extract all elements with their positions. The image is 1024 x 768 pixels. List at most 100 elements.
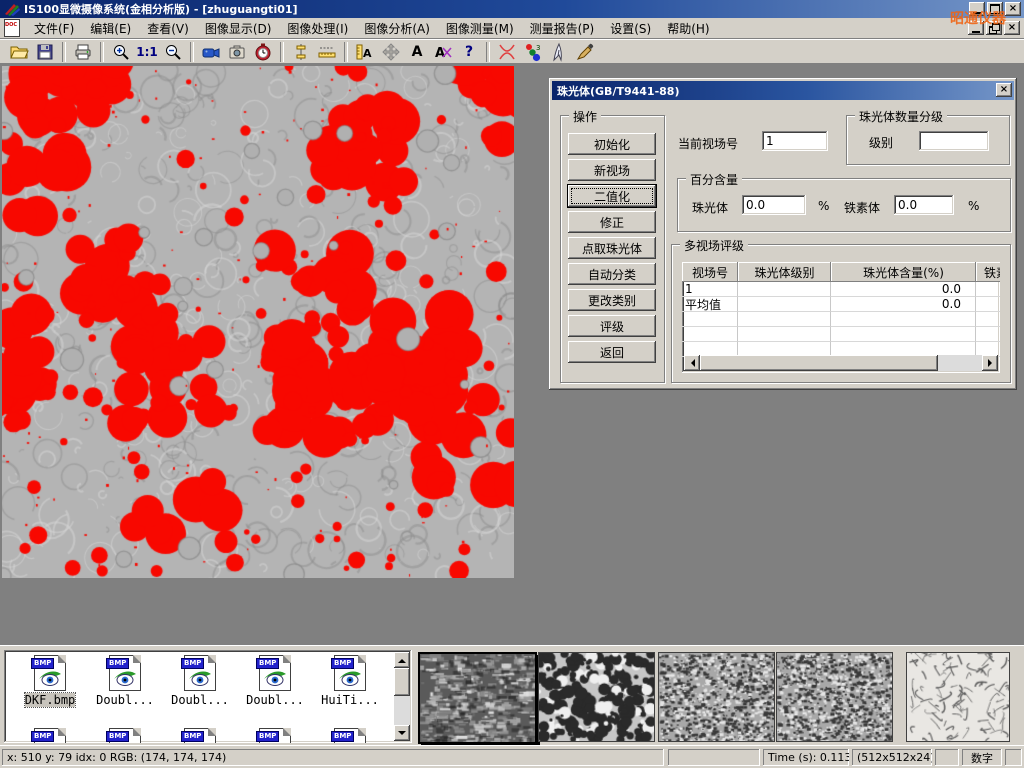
- menu-image-measure[interactable]: 图像测量(M): [438, 18, 522, 39]
- caliper-icon: [291, 42, 311, 62]
- file-item[interactable]: BMP HuiTi...: [314, 655, 386, 707]
- binarize-button[interactable]: 二值化: [568, 185, 656, 207]
- pearlite-percent-input[interactable]: [742, 195, 806, 215]
- init-button[interactable]: 初始化: [568, 133, 656, 155]
- menu-settings[interactable]: 设置(S): [602, 18, 659, 39]
- close-button[interactable]: ×: [1005, 2, 1021, 16]
- menu-image-analysis[interactable]: 图像分析(A): [356, 18, 438, 39]
- workspace: 珠光体(GB/T9441-88) × 操作 初始化 新视场 二值化 修正 点取珠…: [0, 64, 1024, 645]
- toolbar-separator: [344, 42, 348, 62]
- auto-classify-button[interactable]: 自动分类: [568, 263, 656, 285]
- actual-size-button[interactable]: 1:1: [134, 41, 160, 63]
- menu-view[interactable]: 查看(V): [139, 18, 197, 39]
- curve-tool-button[interactable]: [494, 41, 520, 63]
- pick-pearlite-button[interactable]: 点取珠光体: [568, 237, 656, 259]
- table-row[interactable]: 平均值 0.0: [682, 297, 1000, 312]
- help-button[interactable]: ?: [456, 41, 482, 63]
- file-item[interactable]: BMP: [239, 728, 311, 743]
- return-button[interactable]: 返回: [568, 341, 656, 363]
- application-window: IS100显微摄像系统(金相分析版) - [zhuguangti01] × 昭通…: [0, 0, 1024, 768]
- thumbnail-4[interactable]: [776, 652, 893, 742]
- menu-image-process[interactable]: 图像处理(I): [279, 18, 356, 39]
- file-name[interactable]: HuiTi...: [321, 693, 379, 707]
- file-item[interactable]: BMP: [314, 728, 386, 743]
- specimen-image[interactable]: [2, 66, 514, 578]
- ferrite-percent-input[interactable]: [894, 195, 954, 215]
- file-list-scrollbar[interactable]: [394, 652, 410, 741]
- file-item[interactable]: BMP Doubl...: [239, 655, 311, 707]
- horizontal-measure-button[interactable]: [314, 41, 340, 63]
- new-field-button[interactable]: 新视场: [568, 159, 656, 181]
- thumbnail-1[interactable]: [418, 652, 537, 744]
- file-item[interactable]: BMP: [89, 728, 161, 743]
- scroll-down-button[interactable]: [394, 725, 410, 741]
- document-icon[interactable]: DOC: [4, 19, 20, 37]
- menu-image-display[interactable]: 图像显示(D): [197, 18, 280, 39]
- file-name[interactable]: Doubl...: [171, 693, 229, 707]
- menu-edit[interactable]: 编辑(E): [82, 18, 139, 39]
- dialog-close-button[interactable]: ×: [996, 83, 1012, 97]
- menu-help[interactable]: 帮助(H): [659, 18, 717, 39]
- correct-button[interactable]: 修正: [568, 211, 656, 233]
- marker-points-button[interactable]: 3: [520, 41, 546, 63]
- file-item[interactable]: BMP DKF.bmp: [14, 655, 86, 707]
- timer-button[interactable]: [250, 41, 276, 63]
- multi-field-table[interactable]: 视场号 珠光体级别 珠光体含量(%) 铁素体 1 0.0 平均值: [682, 262, 1000, 373]
- cell-grade: [738, 297, 831, 312]
- bmp-badge: BMP: [331, 658, 354, 669]
- scroll-right-button[interactable]: [982, 355, 998, 371]
- scroll-up-button[interactable]: [394, 652, 410, 668]
- menu-report[interactable]: 测量报告(P): [522, 18, 603, 39]
- pen-button[interactable]: [546, 41, 572, 63]
- save-button[interactable]: [32, 41, 58, 63]
- menu-file[interactable]: 文件(F): [26, 18, 82, 39]
- thumbnail-5[interactable]: [906, 652, 1010, 742]
- cell-grade: [738, 282, 831, 297]
- table-hscrollbar[interactable]: [684, 355, 998, 371]
- file-item[interactable]: BMP: [14, 728, 86, 743]
- bmp-badge: BMP: [106, 658, 129, 669]
- file-list[interactable]: BMP DKF.bmp BMP Doubl... BMP Doubl...: [4, 650, 412, 743]
- scroll-thumb[interactable]: [700, 355, 938, 371]
- table-row[interactable]: 1 0.0: [682, 282, 1000, 297]
- text-button[interactable]: A: [404, 41, 430, 63]
- move-button[interactable]: [378, 41, 404, 63]
- file-item[interactable]: BMP: [164, 728, 236, 743]
- scroll-left-button[interactable]: [684, 355, 700, 371]
- thumbnail-3[interactable]: [658, 652, 775, 742]
- toolbar-separator: [62, 42, 66, 62]
- rgb-dots-icon: 3: [523, 42, 543, 62]
- vertical-measure-button[interactable]: [288, 41, 314, 63]
- file-item[interactable]: BMP Doubl...: [164, 655, 236, 707]
- print-button[interactable]: [70, 41, 96, 63]
- brush-button[interactable]: [572, 41, 598, 63]
- measure-label-button[interactable]: A: [352, 41, 378, 63]
- snapshot-button[interactable]: [224, 41, 250, 63]
- video-capture-button[interactable]: [198, 41, 224, 63]
- col-field-number[interactable]: 视场号: [682, 262, 738, 282]
- child-close-button[interactable]: ×: [1004, 21, 1020, 35]
- scroll-thumb[interactable]: [394, 668, 410, 696]
- file-name[interactable]: Doubl...: [96, 693, 154, 707]
- file-item[interactable]: BMP Doubl...: [89, 655, 161, 707]
- operation-group: 操作 初始化 新视场 二值化 修正 点取珠光体 自动分类 更改类别 评级 返回: [560, 115, 665, 383]
- open-button[interactable]: [6, 41, 32, 63]
- dialog-title-bar[interactable]: 珠光体(GB/T9441-88) ×: [552, 81, 1014, 100]
- bmp-badge: BMP: [181, 658, 204, 669]
- thumbnail-2[interactable]: [538, 652, 655, 742]
- text-style-button[interactable]: A: [430, 41, 456, 63]
- grade-input[interactable]: [919, 131, 989, 151]
- change-class-button[interactable]: 更改类别: [568, 289, 656, 311]
- grade-button[interactable]: 评级: [568, 315, 656, 337]
- col-pearlite-content[interactable]: 珠光体含量(%): [831, 262, 976, 282]
- col-ferrite[interactable]: 铁素体: [976, 262, 1000, 282]
- zoom-in-button[interactable]: [108, 41, 134, 63]
- current-field-input[interactable]: [762, 131, 828, 151]
- file-name[interactable]: Doubl...: [246, 693, 304, 707]
- save-icon: [35, 42, 55, 62]
- status-bar: x: 510 y: 79 idx: 0 RGB: (174, 174, 174)…: [0, 745, 1024, 768]
- zoom-out-button[interactable]: [160, 41, 186, 63]
- file-name[interactable]: DKF.bmp: [25, 693, 76, 707]
- col-pearlite-grade[interactable]: 珠光体级别: [738, 262, 831, 282]
- pearlite-label: 珠光体: [692, 199, 728, 216]
